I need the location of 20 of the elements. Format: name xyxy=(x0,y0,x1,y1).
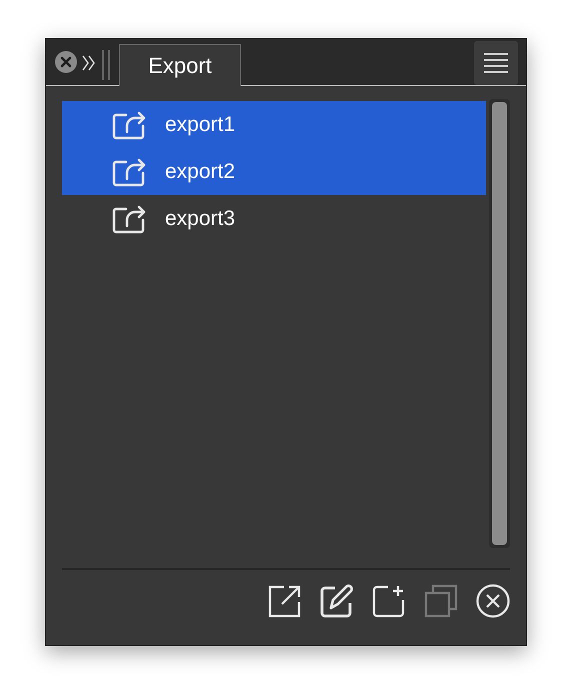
export-row[interactable]: export1 xyxy=(62,101,486,148)
add-button[interactable] xyxy=(372,584,406,618)
export-name: export1 xyxy=(165,112,236,136)
collapse-icon[interactable] xyxy=(81,53,97,73)
scrollbar[interactable] xyxy=(489,99,510,548)
edit-button[interactable] xyxy=(320,584,354,618)
export-button[interactable] xyxy=(268,584,302,618)
close-icon[interactable] xyxy=(55,51,77,73)
menu-icon xyxy=(482,51,510,75)
menu-button[interactable] xyxy=(474,41,518,85)
share-icon xyxy=(112,110,148,140)
share-icon xyxy=(112,156,148,186)
grip-icon[interactable] xyxy=(101,50,111,80)
tab[interactable]: Export xyxy=(119,44,241,86)
share-icon xyxy=(112,204,148,234)
delete-button[interactable] xyxy=(476,584,510,618)
export-name: export3 xyxy=(165,206,236,230)
export-name: export2 xyxy=(165,160,236,184)
export-row[interactable]: export2 xyxy=(62,148,486,195)
export-row[interactable]: export3 xyxy=(62,195,486,242)
